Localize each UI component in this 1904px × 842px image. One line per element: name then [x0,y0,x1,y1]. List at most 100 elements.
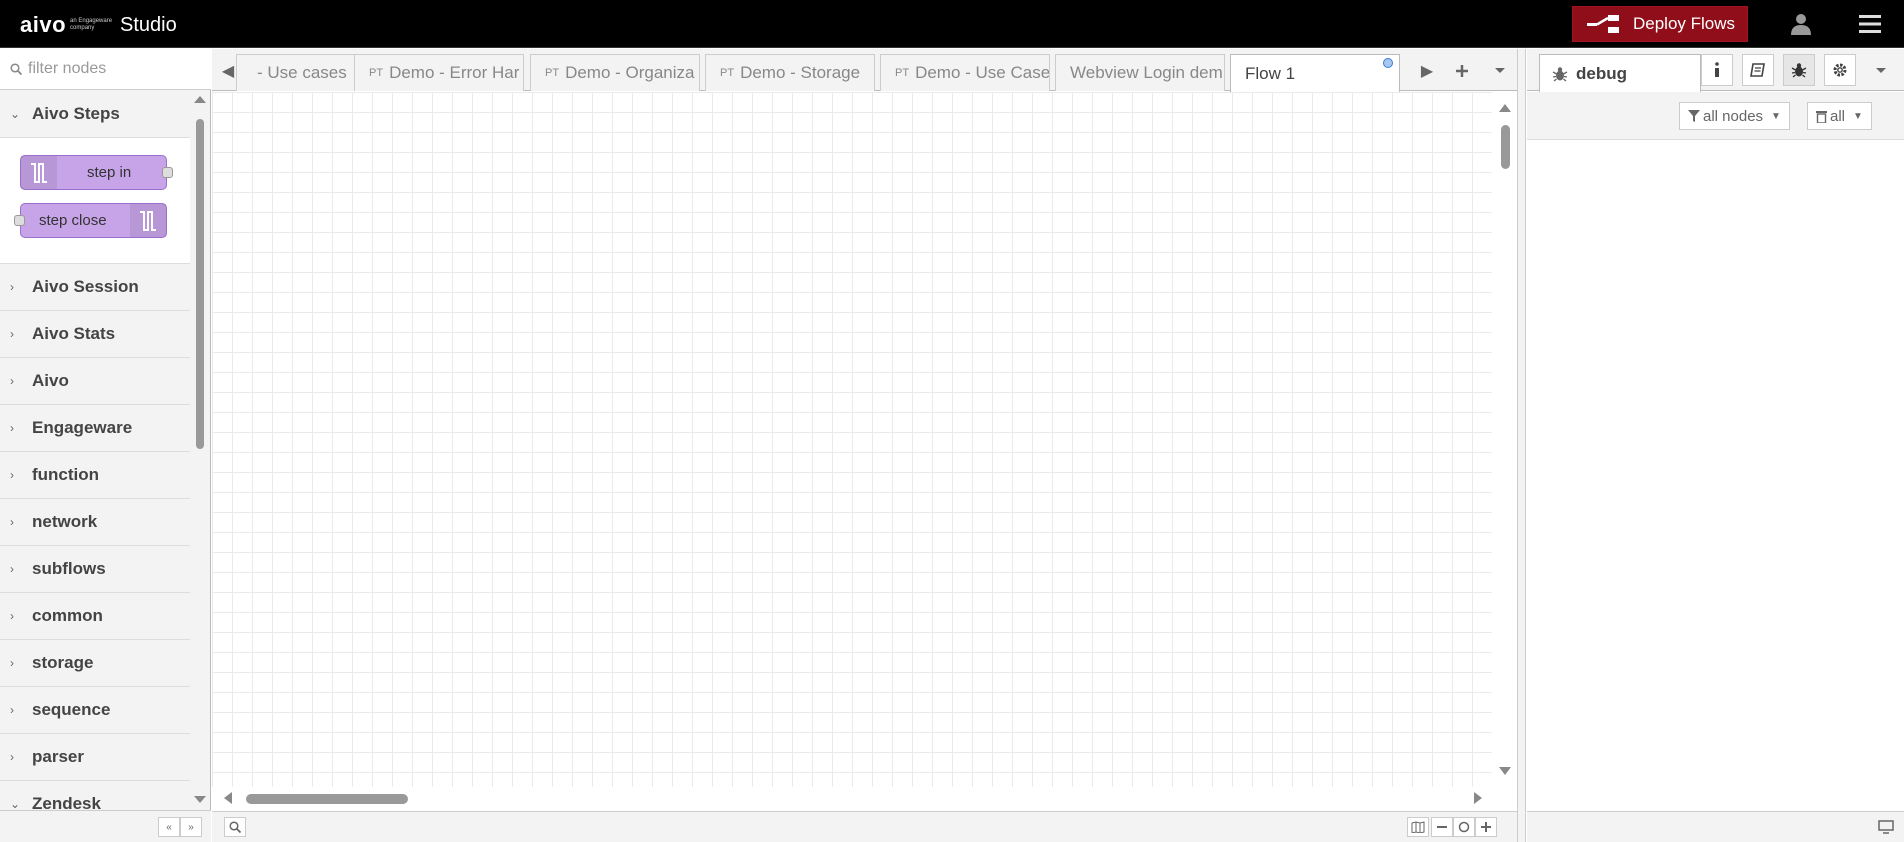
sidebar: debug all nodes ▼ all ▼ [1527,49,1904,842]
filter-icon [1688,110,1700,122]
help-icon[interactable] [1742,54,1774,86]
search-icon[interactable] [224,817,246,837]
open-debug-window-icon[interactable] [1875,817,1897,837]
tab-prefix: PT [720,67,735,79]
tab-demo-use-case[interactable]: PT Demo - Use Case [880,54,1050,91]
category-aivo-steps-nodes: step in step close [0,138,190,264]
category-sequence[interactable]: › sequence [0,687,190,734]
category-label: subflows [32,559,106,578]
tab-demo-error[interactable]: PT Demo - Error Har [354,54,524,91]
user-icon[interactable] [1787,10,1815,38]
zoom-out-icon[interactable] [1431,817,1453,837]
node-label: step close [39,212,107,229]
tab-demo-organiza[interactable]: PT Demo - Organiza [530,54,700,91]
chevron-right-icon: › [10,421,14,435]
clear-label: all [1830,107,1846,125]
tab-label: debug [1576,63,1627,83]
logo: aivo an Engageware company Studio [20,12,177,38]
category-function[interactable]: › function [0,452,190,499]
debug-toolbar: all nodes ▼ all ▼ [1527,92,1904,140]
debug-icon [1552,66,1568,82]
category-label: Aivo Stats [32,324,116,343]
category-label: common [32,606,103,625]
chevron-down-icon: ▼ [1771,110,1781,122]
search-icon [10,63,22,75]
canvas-vertical-scrollbar[interactable] [1493,92,1517,787]
add-icon[interactable] [1448,57,1476,85]
filter-nodes-dropdown[interactable]: all nodes ▼ [1679,102,1790,130]
deploy-label: Deploy Flows [1633,14,1736,33]
navigator-icon[interactable] [1407,817,1429,837]
tab-label: Webview Login dem [1070,63,1223,82]
chevron-right-icon: › [10,656,14,670]
header: aivo an Engageware company Studio Deploy… [0,0,1904,48]
tab-debug[interactable]: debug [1539,54,1701,92]
category-label: storage [32,653,94,672]
category-storage[interactable]: › storage [0,640,190,687]
palette-scrollbar[interactable] [190,91,210,809]
tab-webview-login[interactable]: Webview Login dem [1055,54,1225,91]
chevron-right-icon: › [10,280,14,294]
category-label: Zendesk [32,794,101,811]
step-icon [21,156,57,189]
category-zendesk[interactable]: ⌄ Zendesk [0,781,190,811]
node-palette: ⌄ Aivo Steps step in step close › Aivo Se… [0,49,211,842]
zoom-reset-icon[interactable] [1453,817,1475,837]
deploy-icon [1587,15,1619,33]
scroll-right-icon[interactable]: ▶ [1413,57,1441,85]
logo-tagline: an Engageware company [70,18,113,31]
tab-label: Flow 1 [1245,63,1296,83]
chevron-down-icon: ⌄ [10,107,21,121]
collapse-all-icon[interactable]: « [158,817,180,837]
sidebar-footer [1527,811,1904,842]
chevron-right-icon: › [10,515,14,529]
workspace-footer [212,811,1517,842]
debug-icon[interactable] [1783,54,1815,86]
category-label: network [32,512,98,531]
chevron-right-icon: › [10,327,14,341]
canvas-horizontal-scrollbar[interactable] [212,787,1517,811]
category-aivo-session[interactable]: › Aivo Session [0,264,190,311]
filter-nodes-input[interactable] [28,60,198,78]
category-subflows[interactable]: › subflows [0,546,190,593]
zoom-in-icon[interactable] [1475,817,1497,837]
tab-prefix: PT [895,67,910,79]
sidebar-tabs: debug [1527,49,1904,92]
deploy-button[interactable]: Deploy Flows [1572,6,1748,42]
workspace-tabs: ◀ - Use cases PT Demo - Error Har PT Dem… [212,49,1517,92]
category-label: Aivo Session [32,277,139,296]
tab-use-cases[interactable]: - Use cases [236,54,358,91]
chevron-down-icon: ▼ [1853,110,1863,122]
palette-footer: « » [0,810,211,842]
palette-node-step-close[interactable]: step close [14,203,167,238]
info-icon[interactable] [1701,54,1733,86]
clear-messages-dropdown[interactable]: all ▼ [1807,102,1872,130]
sidebar-splitter[interactable] [1517,49,1526,842]
tab-demo-storage[interactable]: PT Demo - Storage [705,54,875,91]
category-common[interactable]: › common [0,593,190,640]
category-aivo-steps[interactable]: ⌄ Aivo Steps [0,91,190,138]
tab-label: Demo - Storage [740,63,861,82]
category-parser[interactable]: › parser [0,734,190,781]
category-aivo-stats[interactable]: › Aivo Stats [0,311,190,358]
category-label: Aivo [32,371,69,390]
node-label: step in [87,164,132,181]
chevron-down-icon: ⌄ [10,797,21,811]
chevron-right-icon: › [10,374,14,388]
sidebar-menu-icon[interactable] [1867,57,1895,85]
expand-all-icon[interactable]: » [180,817,202,837]
category-engageware[interactable]: › Engageware [0,405,190,452]
palette-node-step-in[interactable]: step in [20,155,173,190]
tab-label: Demo - Use Case [915,63,1050,82]
menu-icon[interactable] [1856,10,1884,38]
category-aivo[interactable]: › Aivo [0,358,190,405]
tab-prefix: PT [545,67,560,79]
config-icon[interactable] [1824,54,1856,86]
logo-text: aivo [20,12,67,37]
tab-flow-1[interactable]: Flow 1 [1230,54,1400,92]
flow-canvas[interactable] [212,92,1492,787]
tab-menu-icon[interactable] [1486,57,1514,85]
category-network[interactable]: › network [0,499,190,546]
category-label: function [32,465,100,484]
tab-label: Demo - Organiza [565,63,695,82]
